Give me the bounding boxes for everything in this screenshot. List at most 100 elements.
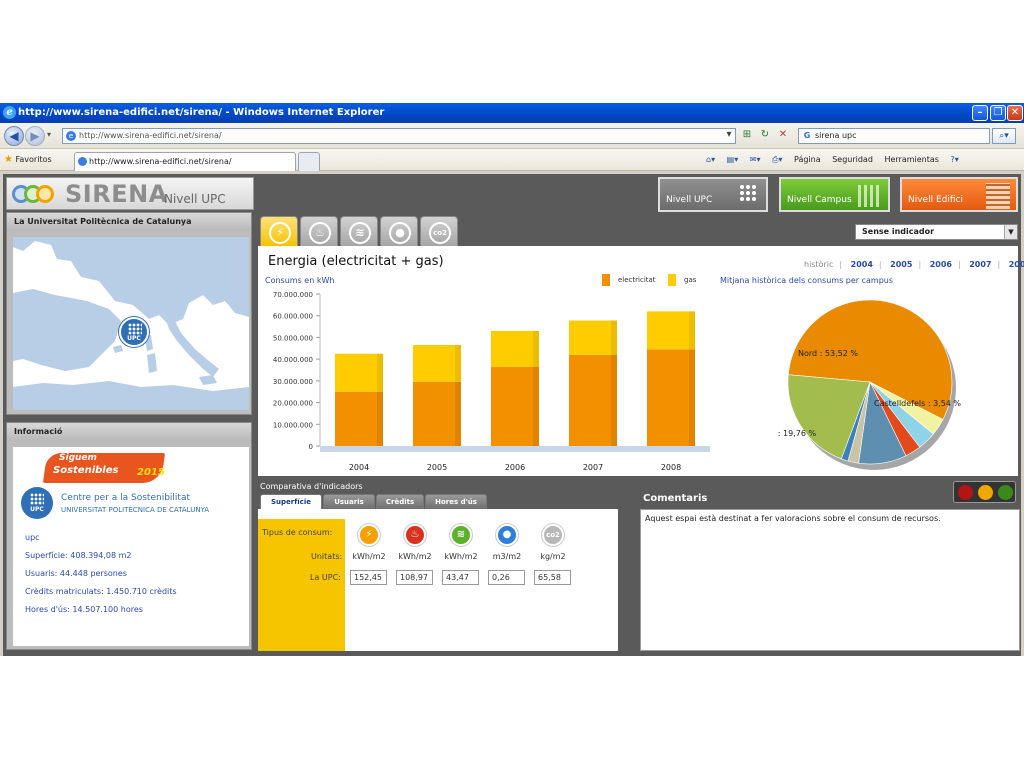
value-co2: 65,58 [534,570,571,585]
tab-hot-water[interactable]: ≋ [340,216,378,246]
favorites-bar: ★ Favoritos http://www.sirena-edifici.ne… [0,149,1024,171]
y-tick-label: 10.000.000 [273,421,313,429]
tab-electricity[interactable]: ⚡ [260,216,298,246]
print-icon[interactable]: ⎙▾ [772,155,782,164]
bar-gas-2007[interactable] [569,320,617,355]
info-panel-title: Informació [7,423,251,441]
year-link-2008[interactable]: 2008 [1009,260,1024,269]
bar-gas-2005[interactable] [413,345,461,382]
bar-gas-2008[interactable] [647,311,695,350]
year-link-2007[interactable]: 2007 [969,260,991,269]
upc-dots-icon [128,323,142,335]
browser-tab[interactable]: http://www.sirena-edifici.net/sirena/ [74,152,296,171]
year-link-2004[interactable]: 2004 [851,260,873,269]
iberia-land [13,289,121,371]
level-campus-button[interactable]: Nivell Campus [779,177,890,212]
forward-button[interactable]: ▶ [25,126,45,146]
value-gas: 108,97 [396,570,433,585]
sirena-logo[interactable]: SIRENA Nivell UPC [6,177,254,210]
pie-label: Castelldefels : 3,54 % [874,399,961,408]
bar-gas-2006[interactable] [491,330,539,367]
tab-co2[interactable]: co2 [420,216,458,246]
comentaris-title: Comentaris [643,493,708,504]
info-body: Siguem Sostenibles 2015 UPC Centre per a… [13,447,249,646]
pie-title: Mitjana històrica dels consums per campu… [720,276,894,285]
year-link-2006[interactable]: 2006 [930,260,952,269]
campus-buildings-icon [858,185,882,207]
upc-location-marker[interactable]: UPC [119,317,149,347]
bar-electricitat-2006[interactable] [491,366,539,446]
x-tick-label: 2007 [583,463,603,472]
bar-electricitat-2005[interactable] [413,381,461,446]
flame-icon: ♨ [404,524,426,546]
year-link-2005[interactable]: 2005 [890,260,912,269]
close-button[interactable]: ✕ [1007,105,1023,121]
pie-label: Sud : 19,76 % [778,429,816,438]
feeds-icon[interactable]: ▤▾ [727,155,739,164]
history-dropdown-icon[interactable]: ▾ [47,130,51,139]
address-toolbar: ◀ ▶ ▾ e http://www.sirena-edifici.net/si… [0,123,1024,149]
co2-icon: co2 [429,222,451,244]
window-titlebar[interactable]: e http://www.sirena-edifici.net/sirena/ … [0,103,1024,123]
search-input[interactable]: G sirena upc [798,128,990,144]
tab-gas[interactable]: ♨ [300,216,338,246]
bar-shade [689,349,695,446]
bar-shade [377,353,383,392]
level-edifici-button[interactable]: Nivell Edifici [900,177,1018,212]
page-menu[interactable]: Página [794,155,821,164]
water-drop-icon: ● [389,222,411,244]
address-dropdown-icon[interactable]: ▾ [722,128,736,142]
value-hot-water: 43,47 [442,570,479,585]
current-level: Nivell UPC [164,192,226,206]
comparativa-label-column [258,519,345,651]
indicator-select[interactable]: Sense indicador ▼ [855,224,1018,240]
legend-label-gas: gas [684,276,697,284]
back-button[interactable]: ◀ [4,126,24,146]
tab-hores[interactable]: Hores d'ús [425,494,487,509]
tab-credits[interactable]: Crèdits [376,494,424,509]
screen: e http://www.sirena-edifici.net/sirena/ … [0,0,1024,768]
comparativa-body: Tipus de consum: Unitats: La UPC: ⚡ ♨ ≋ … [258,509,618,651]
home-icon[interactable]: ⌂▾ [706,155,715,164]
level-upc-button[interactable]: Nivell UPC [658,177,768,212]
new-tab-button[interactable] [298,152,320,171]
tab-water[interactable]: ● [380,216,418,246]
brand-name: SIRENA [65,180,168,208]
security-menu[interactable]: Seguridad [832,155,873,164]
refresh-icon[interactable]: ↻ [758,128,772,142]
search-button[interactable]: ⌕▾ [992,128,1016,144]
chart-title: Energia (electricitat + gas) [268,254,444,269]
tab-usuaris[interactable]: Usuaris [323,494,375,509]
bar-electricitat-2007[interactable] [569,354,617,446]
water-drop-icon: ● [496,524,518,546]
bar-electricitat-2008[interactable] [647,349,695,446]
maximize-button[interactable]: ❐ [990,105,1006,121]
bar-chart: 0 10.000.000 20.000.000 30.000.000 40.000.00… [273,291,710,472]
map-view[interactable]: UPC [13,237,249,410]
bar-electricitat-2004[interactable] [335,391,383,446]
minimize-button[interactable]: – [972,105,988,121]
sardinia-land [147,353,157,373]
help-icon[interactable]: ?▾ [951,155,959,164]
legend-label-electricitat: electricitat [618,276,656,284]
y-tick-label: 60.000.000 [273,313,313,321]
favorites-button[interactable]: ★ Favoritos [4,154,52,166]
hot-water-icon: ≋ [349,222,371,244]
compatibility-icon[interactable]: ⊞ [740,128,754,142]
page-icon: e [66,131,76,141]
y-tick-label: 70.000.000 [273,291,313,299]
tab-superficie[interactable]: Superfície [260,494,322,509]
star-icon: ★ [4,154,13,165]
mail-icon[interactable]: ✉▾ [750,155,761,164]
stop-icon[interactable]: ✕ [776,128,790,142]
x-tick-label: 2006 [505,463,525,472]
pie-chart: Nord : 53,52 % Castelldefels : 3,54 % Sud … [778,299,961,470]
africa-land [13,381,249,410]
x-tick-label: 2008 [661,463,681,472]
window-title: http://www.sirena-edifici.net/sirena/ - … [18,107,385,118]
tools-menu[interactable]: Herramientas [884,155,939,164]
co2-icon: co2 [542,524,564,546]
address-input[interactable]: e http://www.sirena-edifici.net/sirena/ [62,128,736,144]
bar-gas-2004[interactable] [335,353,383,392]
balearic-land [113,345,123,353]
